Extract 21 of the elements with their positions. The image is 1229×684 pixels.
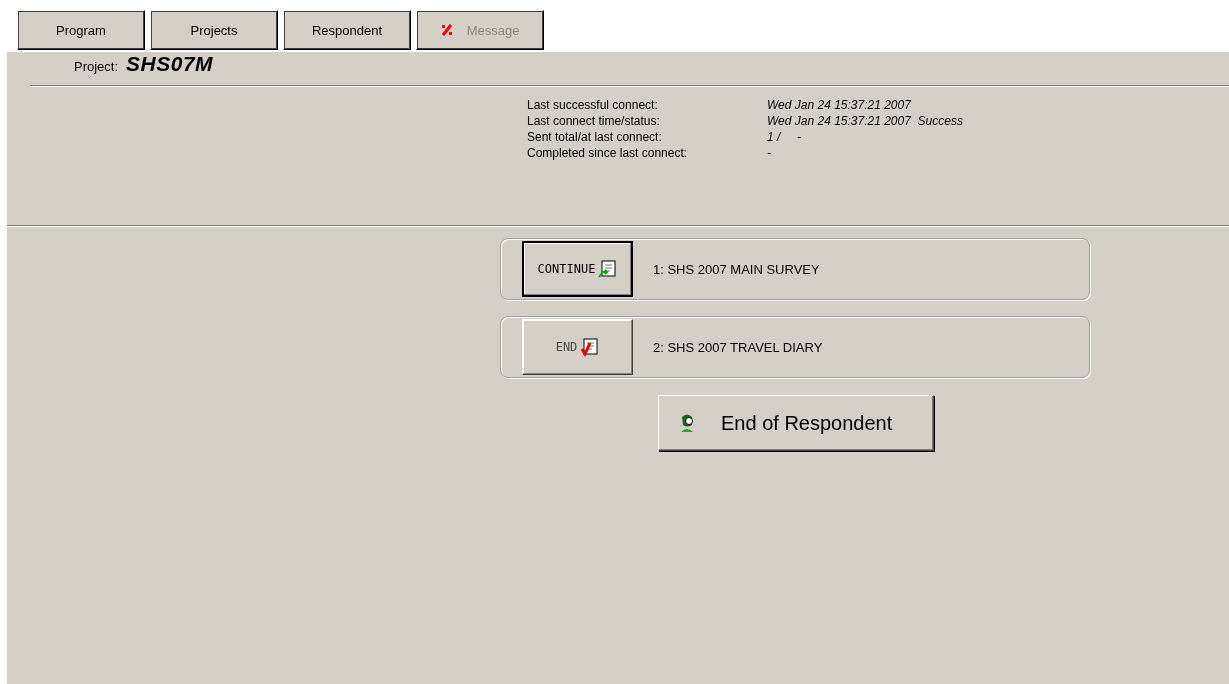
toolbar-button[interactable]: Program [17,10,145,50]
status-value: Wed Jan 24 15:37:21 2007 Success [767,113,964,129]
end-respondent-button[interactable]: End of Respondent [658,395,934,451]
document-arrow-icon [597,259,618,279]
toolbar-button[interactable]: Respondent [283,10,411,50]
status-label: Completed since last connect: [527,145,689,161]
survey-button[interactable]: END [522,319,633,375]
project-name: SHS07M [126,52,214,76]
survey-title: 1: SHS 2007 MAIN SURVEY [653,261,820,277]
status-value: Wed Jan 24 15:37:21 2007 [767,97,913,113]
survey-button[interactable]: CONTINUE [522,241,633,297]
document-check-icon [579,337,600,357]
person-head-icon [679,413,695,433]
status-value: 1 / - [767,129,802,145]
toolbar-button[interactable]: Projects [150,10,278,50]
survey-title: 2: SHS 2007 TRAVEL DIARY [653,339,823,355]
status-label: Last connect time/status: [527,113,661,129]
status-value: - [767,145,772,161]
status-label: Last successful connect: [527,97,659,113]
status-label: Sent total/at last connect: [527,129,663,145]
project-label: Project: [74,59,119,74]
